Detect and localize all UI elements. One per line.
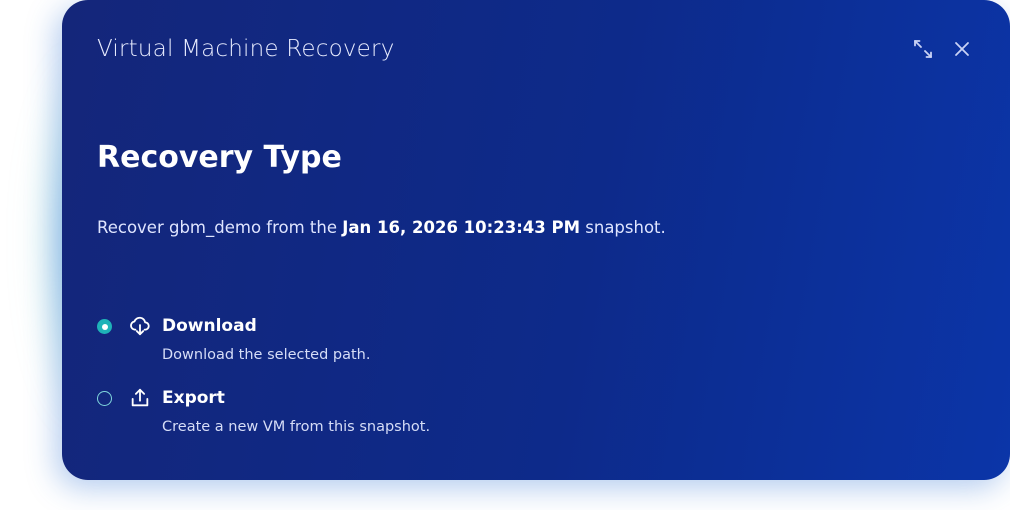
cloud-download-icon [129, 315, 151, 337]
recovery-description: Recover gbm_demo from the Jan 16, 2026 1… [97, 218, 666, 237]
recovery-dialog: Virtual Machine Recovery Recovery Type R… [62, 0, 1010, 480]
option-export[interactable]: Export Create a new VM from this snapsho… [97, 386, 597, 436]
expand-arrows-icon [911, 37, 935, 65]
description-prefix: Recover gbm_demo from the [97, 218, 343, 237]
close-icon [952, 39, 972, 63]
export-radio[interactable] [97, 391, 112, 406]
download-radio[interactable] [97, 319, 112, 334]
snapshot-timestamp: Jan 16, 2026 10:23:43 PM [342, 218, 581, 237]
export-description: Create a new VM from this snapshot. [162, 419, 431, 435]
close-button[interactable] [949, 38, 975, 64]
description-suffix: snapshot. [580, 218, 666, 237]
upload-icon [129, 387, 151, 409]
download-label: Download [162, 316, 257, 336]
option-download[interactable]: Download Download the selected path. [97, 314, 597, 364]
section-title: Recovery Type [97, 140, 342, 175]
download-description: Download the selected path. [162, 347, 371, 363]
export-label: Export [162, 388, 225, 408]
expand-button[interactable] [910, 38, 936, 64]
dialog-title: Virtual Machine Recovery [97, 36, 395, 62]
